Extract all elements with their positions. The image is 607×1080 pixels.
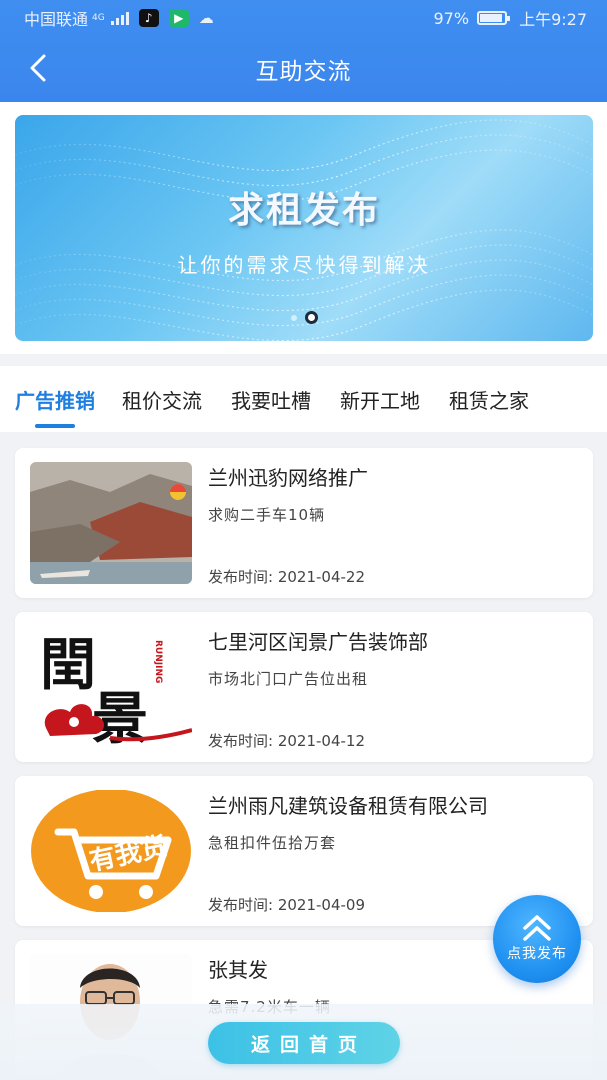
signal-icon	[110, 11, 129, 25]
tab-ad-promotion[interactable]: 广告推销	[15, 385, 95, 414]
post-title: 兰州迅豹网络推广	[208, 466, 368, 490]
network-type: 4G	[92, 12, 105, 23]
post-list: 兰州迅豹网络推广 求购二手车10辆 发布时间: 2021-04-22 閏 景 R…	[0, 432, 607, 1080]
post-title: 张其发	[208, 958, 268, 982]
tab-new-sites[interactable]: 新开工地	[340, 385, 420, 414]
publish-fab[interactable]: 点我发布	[493, 895, 581, 983]
post-card[interactable]: 有我货 兰州雨凡建筑设备租赁有限公司 急租扣件伍拾万套 发布时间: 2021-0…	[15, 776, 593, 926]
status-right: 97% 上午9:27	[434, 6, 588, 30]
carousel-dot[interactable]	[290, 314, 297, 321]
post-description: 市场北门口广告位出租	[208, 670, 369, 688]
banner-title: 求租发布	[227, 190, 380, 231]
calligraphy-logo: 閏 景 RUNJING	[40, 632, 192, 748]
battery-percent: 97%	[433, 8, 470, 28]
app-header: 中国联通 4G ♪ ▶ ☁ 97% 上午9:27 互助交流	[0, 0, 607, 102]
post-description: 急租扣件伍拾万套	[208, 834, 337, 852]
tiktok-icon: ♪	[138, 9, 159, 27]
post-date: 发布时间: 2021-04-22	[208, 568, 365, 586]
post-date: 发布时间: 2021-04-09	[208, 896, 365, 914]
post-thumbnail: 有我货	[30, 790, 192, 912]
post-card[interactable]: 閏 景 RUNJING 七里河区闰景广告装饰部 市场北门口广告位出租 发布时间:…	[15, 612, 593, 762]
page-title: 互助交流	[255, 59, 352, 85]
fab-label: 点我发布	[507, 946, 567, 962]
tab-complaints[interactable]: 我要吐槽	[231, 385, 311, 414]
carousel-dot-active[interactable]	[304, 311, 318, 324]
post-title: 兰州雨凡建筑设备租赁有限公司	[208, 794, 488, 818]
post-title: 七里河区闰景广告装饰部	[208, 630, 428, 654]
tab-rental-home[interactable]: 租赁之家	[449, 385, 529, 414]
post-thumbnail: 閏 景 RUNJING	[30, 626, 192, 748]
post-date: 发布时间: 2021-04-12	[208, 732, 365, 750]
video-app-icon: ▶	[168, 9, 189, 27]
carrier-name: 中国联通	[24, 10, 89, 29]
banner-subtitle: 让你的需求尽快得到解决	[177, 253, 431, 277]
navbar: 互助交流	[0, 36, 607, 102]
post-card[interactable]: 兰州迅豹网络推广 求购二手车10辆 发布时间: 2021-04-22	[15, 448, 593, 598]
chevron-left-icon	[30, 54, 46, 82]
shopping-cart-logo: 有我货	[31, 790, 191, 912]
return-home-button[interactable]: 返回首页	[208, 1022, 400, 1064]
back-button[interactable]	[20, 50, 56, 86]
battery-icon	[477, 11, 511, 25]
clock: 上午9:27	[519, 10, 587, 29]
svg-text:RUNJING: RUNJING	[153, 640, 163, 683]
double-chevron-up-icon	[523, 915, 551, 941]
svg-text:閏: 閏	[40, 632, 96, 698]
category-tabs: 广告推销 租价交流 我要吐槽 新开工地 租赁之家	[0, 366, 607, 432]
tab-rent-price[interactable]: 租价交流	[122, 385, 202, 414]
promo-banner[interactable]: 求租发布 让你的需求尽快得到解决	[15, 115, 593, 341]
carousel-indicator	[15, 311, 593, 324]
status-bar: 中国联通 4G ♪ ▶ ☁ 97% 上午9:27	[0, 0, 607, 36]
cloud-icon: ☁	[198, 9, 214, 27]
landscape-image	[30, 462, 192, 584]
post-thumbnail	[30, 462, 192, 584]
post-description: 求购二手车10辆	[208, 506, 326, 524]
carrier-group: 中国联通 4G ♪ ▶ ☁	[24, 6, 214, 30]
banner-section: 求租发布 让你的需求尽快得到解决	[0, 102, 607, 354]
